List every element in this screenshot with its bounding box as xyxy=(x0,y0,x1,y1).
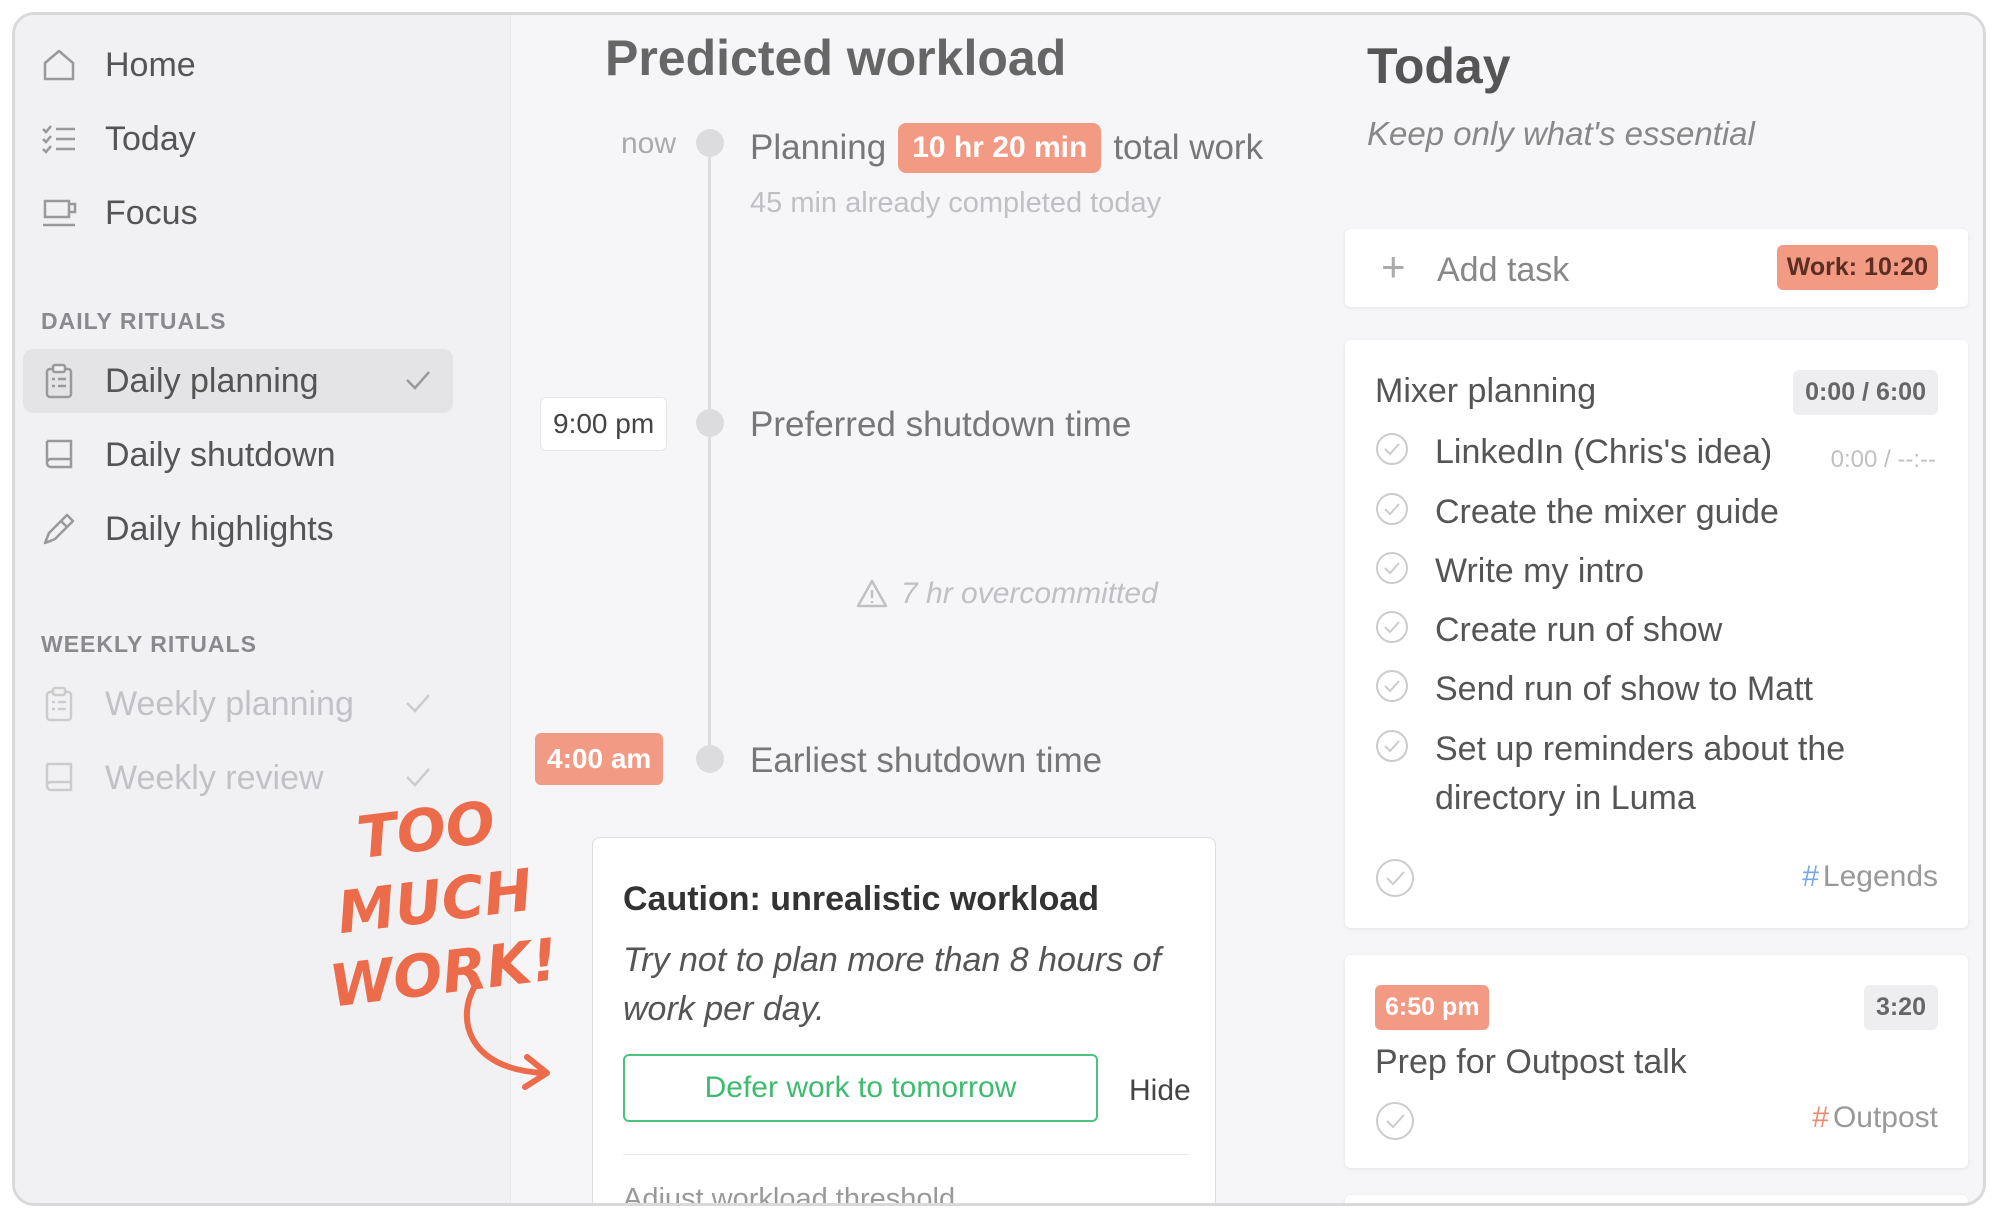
nav-home-label: Home xyxy=(105,45,196,84)
now-label: now xyxy=(620,127,676,160)
warning-icon xyxy=(856,579,888,608)
planning-suffix: total work xyxy=(1113,128,1264,167)
subtask-item[interactable]: LinkedIn (Chris's idea) xyxy=(1375,428,1795,477)
checkmark-icon xyxy=(406,694,430,713)
start-time-badge[interactable]: 6:50 pm xyxy=(1375,985,1490,1030)
divider xyxy=(623,1154,1188,1155)
tag-label: Outpost xyxy=(1832,1101,1938,1134)
overcommitted-note: 7 hr overcommitted xyxy=(855,577,1158,611)
total-work-badge: 10 hr 20 min xyxy=(898,123,1102,173)
add-task-label[interactable]: Add task xyxy=(1437,251,1569,290)
nav-weekly-planning[interactable]: Weekly planning xyxy=(23,672,453,736)
book-icon xyxy=(37,433,81,477)
today-title: Today xyxy=(1367,38,1511,94)
task-time-pill[interactable]: 0:00 / 6:00 xyxy=(1793,370,1938,415)
nav-daily-shutdown-label: Daily shutdown xyxy=(105,435,336,474)
planning-prefix: Planning xyxy=(750,128,887,167)
checkmark-icon xyxy=(406,768,430,787)
clipboard-icon xyxy=(37,359,81,403)
add-task-card[interactable]: + Add task Work: 10:20 xyxy=(1345,229,1968,307)
caution-card: Caution: unrealistic workload Try not to… xyxy=(592,837,1216,1203)
checkmark-icon xyxy=(406,371,430,390)
subtask-label: Create the mixer guide xyxy=(1435,493,1779,531)
hash-icon: # xyxy=(1802,860,1819,893)
task-title: Mixer planning xyxy=(1375,372,1597,410)
clipboard-icon xyxy=(37,682,81,726)
nav-home[interactable]: Home xyxy=(23,33,453,97)
subtask-label: Write my intro xyxy=(1435,552,1645,590)
completed-note: 45 min already completed today xyxy=(750,187,1162,219)
adjust-threshold-link[interactable]: Adjust workload threshold xyxy=(623,1183,955,1203)
caution-title: Caution: unrealistic workload xyxy=(623,880,1100,918)
caution-body: Try not to plan more than 8 hours of wor… xyxy=(623,941,1161,1028)
daily-rituals-heading: DAILY RITUALS xyxy=(41,308,227,334)
weekly-rituals-heading: WEEKLY RITUALS xyxy=(41,631,257,657)
task-tag[interactable]: # Outpost xyxy=(1812,1101,1938,1135)
task-title: Prep for Outpost talk xyxy=(1375,1043,1687,1081)
nav-focus-label: Focus xyxy=(105,193,198,232)
book-icon xyxy=(37,756,81,800)
subtask-item[interactable]: Send run of show to Matt xyxy=(1375,665,1935,714)
earliest-shutdown-time: 4:00 am xyxy=(535,733,664,785)
subtask-item[interactable]: Create the mixer guide xyxy=(1375,488,1935,537)
check-circle-icon[interactable] xyxy=(1375,729,1409,763)
timeline-line xyxy=(708,143,711,763)
nav-weekly-planning-label: Weekly planning xyxy=(105,684,354,723)
hide-button[interactable]: Hide xyxy=(1129,1074,1191,1108)
nav-today[interactable]: Today xyxy=(23,107,453,171)
subtask-label: Create run of show xyxy=(1435,611,1723,649)
check-circle-icon[interactable] xyxy=(1375,669,1409,703)
pen-icon xyxy=(37,507,81,551)
timeline-dot-now xyxy=(696,129,724,157)
check-circle-icon[interactable] xyxy=(1375,492,1409,526)
earliest-shutdown-label: Earliest shutdown time xyxy=(750,741,1103,780)
nav-daily-highlights-label: Daily highlights xyxy=(105,509,334,548)
complete-task-icon[interactable] xyxy=(1375,1101,1415,1141)
task-tag[interactable]: # Legends xyxy=(1802,860,1938,894)
check-circle-icon[interactable] xyxy=(1375,432,1409,466)
nav-focus[interactable]: Focus xyxy=(23,181,453,245)
hash-icon: # xyxy=(1812,1101,1829,1134)
subtask-item[interactable]: Write my intro xyxy=(1375,547,1935,596)
nav-weekly-review-label: Weekly review xyxy=(105,758,324,797)
subtask-label: LinkedIn (Chris's idea) xyxy=(1435,433,1773,471)
subtask-time[interactable]: 0:00 / --:-- xyxy=(1831,446,1936,474)
task-card-outpost[interactable]: 6:50 pm 3:20 Prep for Outpost talk # Outp… xyxy=(1345,955,1968,1168)
nav-daily-planning[interactable]: Daily planning xyxy=(23,349,453,413)
timeline-dot-earliest xyxy=(696,745,724,773)
plus-icon: + xyxy=(1381,243,1406,290)
home-icon xyxy=(37,43,81,87)
sidebar: Home Today Focus DAILY RITUALS Daily pla… xyxy=(15,15,562,1203)
preferred-shutdown-time: 9:00 pm xyxy=(540,397,668,451)
tag-label: Legends xyxy=(1822,860,1938,893)
nav-daily-planning-label: Daily planning xyxy=(105,361,319,400)
today-subtitle: Keep only what's essential xyxy=(1367,115,1755,152)
overcommitted-label: 7 hr overcommitted xyxy=(901,577,1158,610)
planning-summary: Planning 10 hr 20 min total work xyxy=(750,123,1263,173)
task-time-pill[interactable]: 3:20 xyxy=(1863,985,1938,1030)
workload-title: Predicted workload xyxy=(605,30,1067,86)
nav-today-label: Today xyxy=(105,119,196,158)
timeline-dot-preferred xyxy=(696,409,724,437)
app-window: Home Today Focus DAILY RITUALS Daily pla… xyxy=(12,12,1986,1206)
subtask-label: Send run of show to Matt xyxy=(1435,670,1813,708)
work-total-badge: Work: 10:20 xyxy=(1776,245,1938,290)
check-circle-icon[interactable] xyxy=(1375,551,1409,585)
complete-task-icon[interactable] xyxy=(1375,858,1415,898)
list-icon xyxy=(37,117,81,161)
check-circle-icon[interactable] xyxy=(1375,610,1409,644)
nav-daily-shutdown[interactable]: Daily shutdown xyxy=(23,423,453,487)
defer-work-button[interactable]: Defer work to tomorrow xyxy=(623,1054,1098,1122)
task-card-mixer-planning[interactable]: Mixer planning 0:00 / 6:00 LinkedIn (Chr… xyxy=(1345,340,1968,928)
nav-daily-highlights[interactable]: Daily highlights xyxy=(23,497,453,561)
subtask-item[interactable]: Set up reminders about the directory in … xyxy=(1375,725,1935,823)
task-card-next[interactable] xyxy=(1345,1195,1968,1203)
subtask-label: Set up reminders about the directory in … xyxy=(1435,730,1846,817)
predicted-workload-panel: Predicted workload now Planning 10 hr 20… xyxy=(510,15,1310,1203)
preferred-shutdown-label: Preferred shutdown time xyxy=(750,405,1132,444)
subtask-item[interactable]: Create run of show xyxy=(1375,606,1935,655)
coffee-cup-icon xyxy=(37,191,81,235)
today-panel: Today Keep only what's essential + Add t… xyxy=(1310,15,1983,1203)
